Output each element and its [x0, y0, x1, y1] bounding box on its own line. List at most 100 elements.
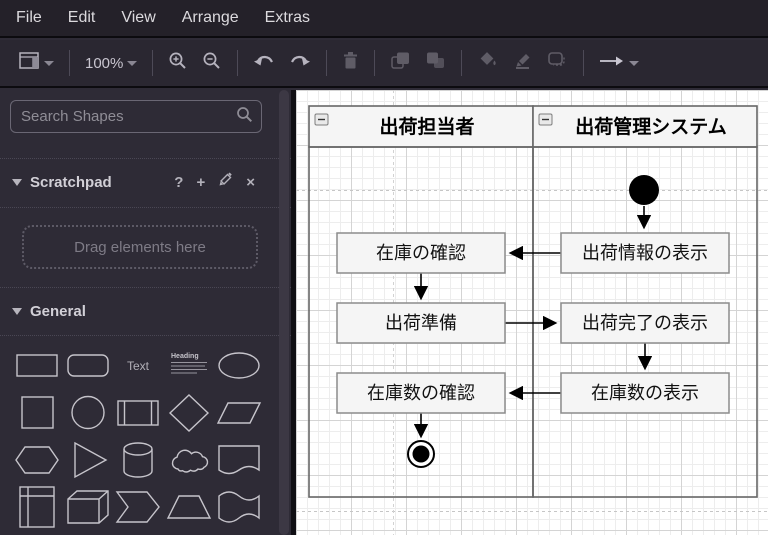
lane-collapse-button[interactable]: [538, 113, 553, 126]
menu-arrange[interactable]: Arrange: [182, 9, 239, 27]
svg-text:在庫数の確認: 在庫数の確認: [367, 383, 475, 403]
fill-color-icon: [477, 51, 498, 75]
svg-text:Text: Text: [127, 359, 150, 373]
to-back-icon: [425, 51, 446, 75]
edit-icon[interactable]: [218, 172, 233, 192]
scratchpad-section-header[interactable]: Scratchpad ? + ×: [0, 158, 291, 206]
activity-node-zaikosu-hyoji[interactable]: 在庫数の表示: [560, 372, 730, 414]
activity-node-shukka-joho-hyoji[interactable]: 出荷情報の表示: [560, 232, 730, 274]
connection-arrow-icon: [599, 54, 625, 73]
shadow-icon: [547, 51, 568, 75]
connection-arrow-button[interactable]: [592, 46, 646, 80]
line-color-icon: [512, 51, 533, 75]
shape-document[interactable]: [214, 436, 265, 483]
delete-button[interactable]: [335, 46, 366, 80]
zoom-in-icon: [168, 51, 188, 76]
shapes-sidebar: Scratchpad ? + × Drag elements here: [0, 90, 296, 535]
collapse-triangle-icon: [12, 173, 22, 191]
start-node[interactable]: [629, 175, 659, 205]
shape-diamond[interactable]: [164, 389, 215, 436]
zoom-level-value: 100%: [85, 54, 124, 72]
toolbar-separator: [583, 50, 585, 76]
toolbar: 100%: [0, 40, 768, 88]
zoom-in-button[interactable]: [161, 46, 195, 80]
activity-diagram: 出荷担当者 出荷管理システム 在庫の確認 出荷情報の表示 出荷準備 出荷完了の表…: [296, 90, 768, 535]
to-back-button[interactable]: [418, 46, 453, 80]
shape-square[interactable]: [12, 389, 63, 436]
activity-node-zaiko-kakunin[interactable]: 在庫の確認: [336, 232, 506, 274]
scratchpad-actions: ? + ×: [174, 172, 255, 192]
chevron-down-icon: [127, 60, 138, 66]
fill-color-button[interactable]: [470, 46, 505, 80]
sidebar-divider: [0, 335, 291, 336]
svg-text:Heading: Heading: [171, 353, 199, 360]
toolbar-separator: [152, 50, 154, 76]
activity-node-shukka-kanryo-hyoji[interactable]: 出荷完了の表示: [560, 302, 730, 344]
shape-hexagon[interactable]: [12, 436, 63, 483]
shape-rectangle[interactable]: [12, 342, 63, 389]
activity-node-zaikosu-kakunin[interactable]: 在庫数の確認: [336, 372, 506, 414]
menubar: File Edit View Arrange Extras: [0, 0, 768, 38]
svg-text:出荷完了の表示: 出荷完了の表示: [582, 313, 708, 333]
menu-view[interactable]: View: [121, 9, 155, 27]
search-input[interactable]: [21, 108, 236, 125]
shape-search-box: [10, 100, 262, 133]
svg-text:在庫の確認: 在庫の確認: [376, 243, 466, 263]
menu-edit[interactable]: Edit: [68, 9, 96, 27]
lane-collapse-button[interactable]: [314, 113, 329, 126]
menu-extras[interactable]: Extras: [265, 9, 310, 27]
zoom-out-button[interactable]: [195, 46, 229, 80]
sidebar-scrollbar[interactable]: [279, 90, 289, 535]
general-section-header[interactable]: General: [0, 287, 291, 335]
shape-text[interactable]: Text: [113, 342, 164, 389]
to-front-icon: [390, 51, 411, 75]
shape-textbox[interactable]: Heading: [164, 342, 215, 389]
scratchpad-title: Scratchpad: [30, 173, 112, 191]
activity-node-shukka-junbi[interactable]: 出荷準備: [336, 302, 506, 344]
shape-tape[interactable]: [214, 483, 265, 530]
shape-step[interactable]: [113, 483, 164, 530]
add-icon[interactable]: +: [196, 174, 205, 191]
toolbar-separator: [374, 50, 376, 76]
collapse-triangle-icon: [12, 302, 22, 320]
shape-cylinder[interactable]: [113, 436, 164, 483]
scratchpad-dropzone[interactable]: Drag elements here: [22, 225, 258, 269]
shape-triangle[interactable]: [63, 436, 114, 483]
to-front-button[interactable]: [383, 46, 418, 80]
shape-process[interactable]: [113, 389, 164, 436]
toolbar-separator: [461, 50, 463, 76]
lane-title-system: 出荷管理システム: [575, 115, 726, 138]
sidebar-divider: [0, 207, 291, 208]
shape-cloud[interactable]: [164, 436, 215, 483]
shape-internal-storage[interactable]: [12, 483, 63, 530]
toolbar-separator: [237, 50, 239, 76]
help-icon[interactable]: ?: [174, 174, 183, 191]
svg-text:出荷情報の表示: 出荷情報の表示: [582, 243, 708, 263]
shape-trapezoid[interactable]: [164, 483, 215, 530]
general-shape-palette: Text Heading: [12, 342, 274, 530]
shape-circle[interactable]: [63, 389, 114, 436]
lane-title-worker: 出荷担当者: [379, 115, 474, 138]
shape-rounded-rectangle[interactable]: [63, 342, 114, 389]
diagram-canvas[interactable]: 出荷担当者 出荷管理システム 在庫の確認 出荷情報の表示 出荷準備 出荷完了の表…: [296, 90, 768, 535]
view-panels-button[interactable]: [12, 46, 61, 80]
zoom-level-button[interactable]: 100%: [78, 46, 144, 80]
chevron-down-icon: [629, 60, 640, 66]
menu-file[interactable]: File: [16, 9, 42, 27]
redo-button[interactable]: [282, 46, 318, 80]
line-color-button[interactable]: [505, 46, 540, 80]
svg-text:在庫数の表示: 在庫数の表示: [591, 383, 699, 403]
redo-icon: [289, 53, 311, 74]
undo-button[interactable]: [246, 46, 282, 80]
shadow-button[interactable]: [540, 46, 575, 80]
search-icon: [236, 106, 253, 128]
toolbar-separator: [326, 50, 328, 76]
general-title: General: [30, 302, 86, 320]
end-node[interactable]: [407, 440, 435, 468]
svg-text:出荷準備: 出荷準備: [385, 313, 457, 333]
shape-cube[interactable]: [63, 483, 114, 530]
swimlane-pool[interactable]: 出荷担当者 出荷管理システム: [308, 105, 758, 498]
close-icon[interactable]: ×: [246, 174, 255, 191]
shape-ellipse[interactable]: [214, 342, 265, 389]
shape-parallelogram[interactable]: [214, 389, 265, 436]
